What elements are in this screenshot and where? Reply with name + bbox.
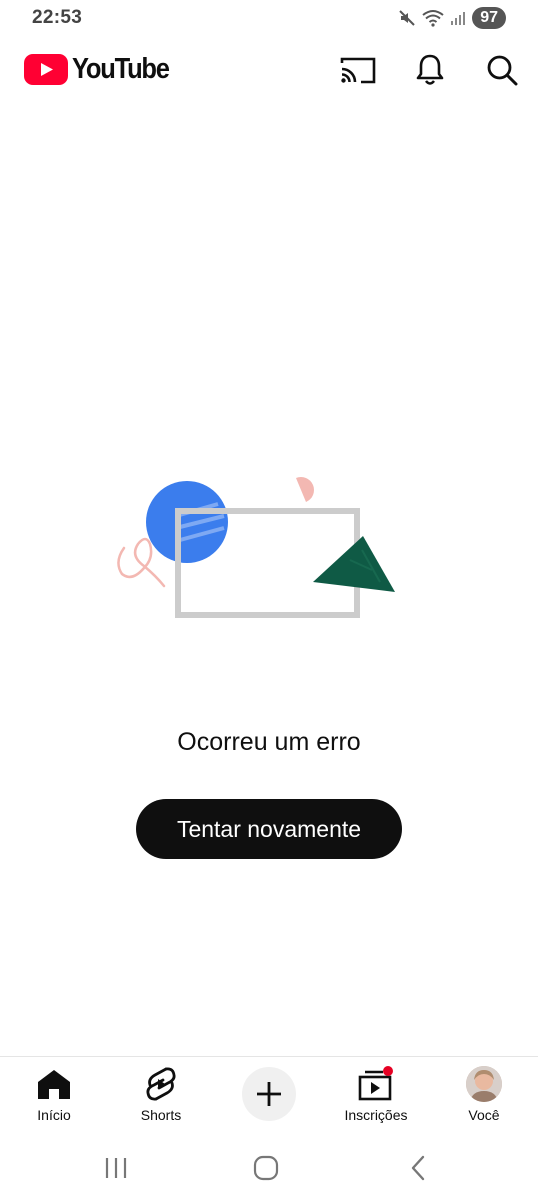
bottom-nav: Início Shorts Inscrições Você <box>0 1056 538 1132</box>
green-triangle-shape <box>313 536 395 592</box>
notifications-button[interactable] <box>410 50 450 90</box>
avatar <box>466 1066 502 1102</box>
cast-button[interactable] <box>338 50 378 90</box>
home-circle-icon <box>253 1155 279 1181</box>
battery-level: 97 <box>472 7 506 29</box>
home-icon <box>38 1070 70 1099</box>
nav-label-you: Você <box>468 1107 500 1123</box>
error-message: Ocorreu um erro <box>177 728 361 756</box>
system-home-button[interactable] <box>246 1148 286 1188</box>
nav-item-home[interactable]: Início <box>9 1065 99 1123</box>
back-button[interactable] <box>398 1148 438 1188</box>
create-button[interactable] <box>242 1067 296 1121</box>
youtube-logo[interactable]: YouTube <box>24 52 182 86</box>
system-nav-bar <box>0 1132 538 1200</box>
status-icons: 97 <box>398 7 506 29</box>
status-bar: 22:53 97 <box>0 0 538 36</box>
retry-button[interactable]: Tentar novamente <box>136 799 402 859</box>
mute-icon <box>399 10 415 26</box>
plus-icon <box>257 1082 281 1106</box>
wifi-icon <box>422 10 444 27</box>
nav-item-you[interactable]: Você <box>439 1065 529 1123</box>
nav-label-subscriptions: Inscrições <box>344 1107 408 1123</box>
shorts-icon <box>146 1067 176 1101</box>
recents-icon <box>105 1158 127 1178</box>
back-icon <box>411 1155 425 1181</box>
error-illustration <box>117 477 395 618</box>
nav-label-shorts: Shorts <box>140 1107 182 1123</box>
search-icon <box>487 55 518 86</box>
notification-badge <box>383 1066 393 1076</box>
youtube-wordmark: YouTube <box>72 52 170 85</box>
app-header: YouTube <box>0 44 538 96</box>
recents-button[interactable] <box>96 1148 136 1188</box>
nav-label-home: Início <box>37 1107 71 1123</box>
nav-item-subscriptions[interactable]: Inscrições <box>331 1065 421 1123</box>
status-time: 22:53 <box>32 7 83 28</box>
bell-icon <box>416 54 444 85</box>
subscriptions-icon <box>358 1066 393 1101</box>
youtube-play-icon <box>24 53 68 85</box>
cast-icon <box>340 57 376 84</box>
blue-circle-shape <box>146 481 228 563</box>
nav-item-shorts[interactable]: Shorts <box>116 1065 206 1123</box>
search-button[interactable] <box>482 50 522 90</box>
signal-icon <box>451 12 466 25</box>
half-disc-decoration <box>296 477 314 502</box>
